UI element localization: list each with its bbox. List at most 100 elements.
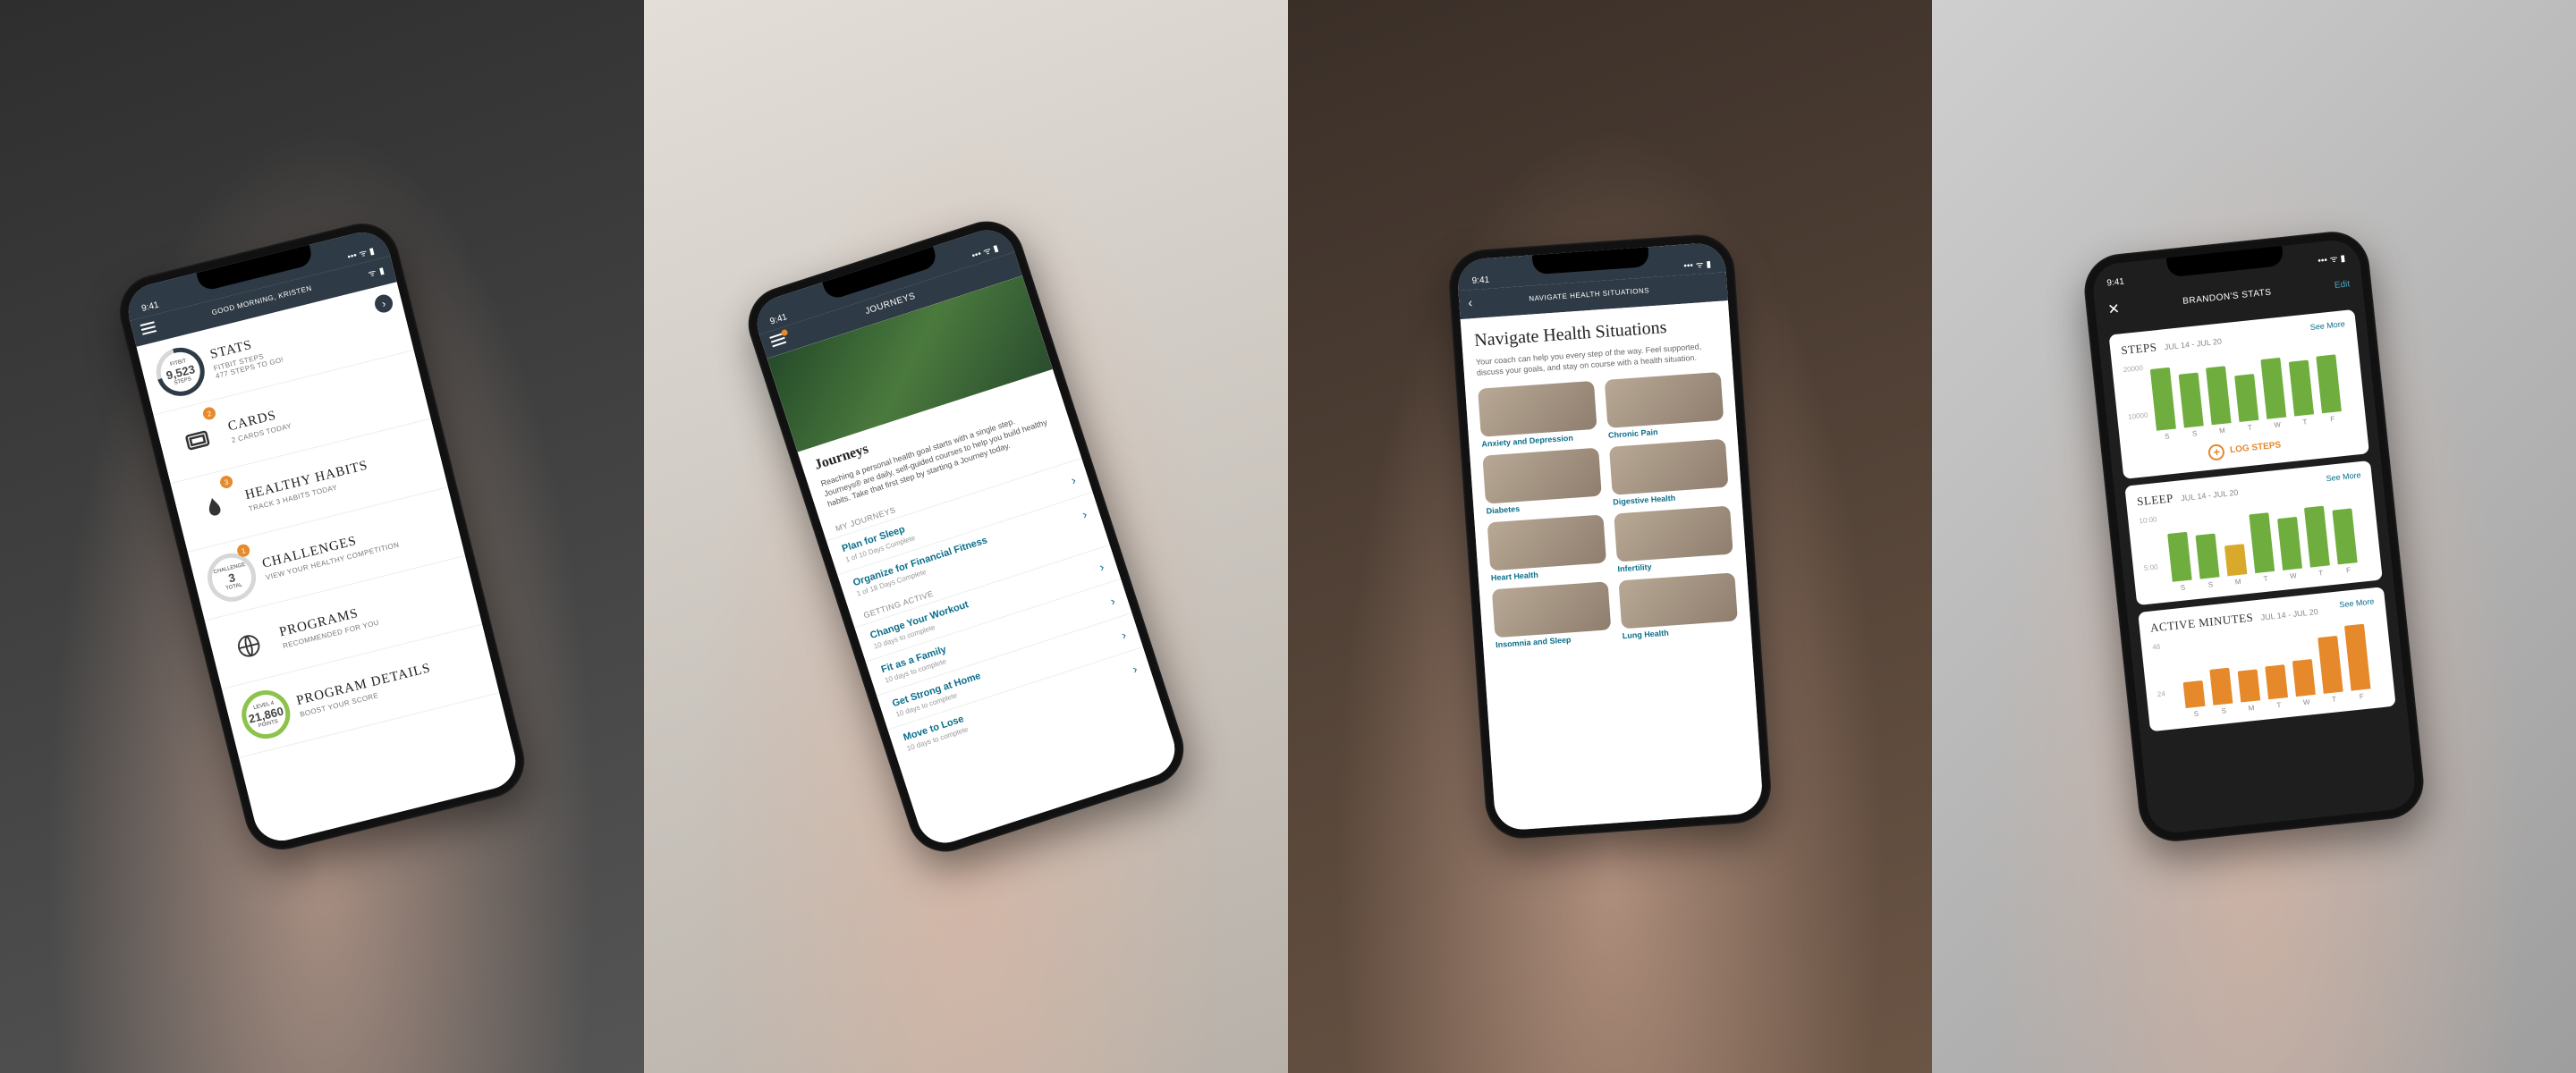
- header-title: NAVIGATE HEALTH SITUATIONS: [1529, 286, 1649, 302]
- tile-image: [1492, 582, 1611, 638]
- bar: [2167, 532, 2191, 581]
- x-label: T: [2324, 694, 2344, 704]
- x-label: S: [2184, 428, 2205, 438]
- bar: [2277, 517, 2302, 570]
- row-icon: [219, 617, 277, 675]
- phone-navigate: 9:41 ••• ᯤ ▮ ‹ NAVIGATE HEALTH SITUATION…: [1446, 232, 1773, 841]
- card-range: JUL 14 - JUL 20: [2181, 487, 2239, 503]
- progress-ring: FITBIT9,523STEPS: [151, 342, 209, 401]
- chevron-icon: ›: [1131, 661, 1139, 676]
- bar: [2316, 354, 2342, 413]
- x-label: S: [2173, 582, 2193, 592]
- x-label: T: [2268, 700, 2289, 710]
- header-title: BRANDON'S STATS: [2182, 288, 2272, 307]
- x-label: S: [2186, 708, 2207, 718]
- tile-image: [1478, 381, 1597, 437]
- x-label: S: [2157, 431, 2177, 441]
- phone-dashboard: 9:41 ••• ᯤ ▮ GOOD MORNING, KRISTEN ᯤ ▮ F…: [112, 215, 532, 858]
- status-icons: ••• ᯤ ▮: [1683, 257, 1712, 271]
- menu-icon[interactable]: [769, 333, 786, 347]
- plus-icon: +: [2207, 444, 2225, 461]
- x-label: T: [2310, 568, 2331, 578]
- chevron-icon[interactable]: ›: [373, 292, 394, 314]
- x-label: S: [2214, 705, 2234, 715]
- x-label: F: [2322, 414, 2343, 424]
- x-label: T: [2256, 573, 2276, 583]
- tile-image: [1482, 448, 1601, 504]
- health-tile[interactable]: Chronic Pain: [1605, 372, 1724, 440]
- x-label: W: [2296, 697, 2317, 706]
- chevron-icon: ›: [1097, 559, 1106, 574]
- back-icon[interactable]: ‹: [1468, 295, 1473, 309]
- status-time: 9:41: [1471, 275, 1489, 286]
- progress-ring: LEVEL 421,860POINTS: [237, 685, 295, 743]
- status-right: ᯤ ▮: [367, 263, 386, 279]
- stat-card: STEPS JUL 14 - JUL 20 See More 200001000…: [2109, 309, 2369, 479]
- health-tile[interactable]: Infertility: [1614, 506, 1733, 574]
- tile-image: [1487, 515, 1606, 571]
- health-tile[interactable]: Anxiety and Depression: [1478, 381, 1597, 449]
- x-label: M: [2241, 703, 2262, 713]
- bar: [2183, 680, 2206, 708]
- bar: [2209, 668, 2233, 705]
- bar: [2234, 374, 2258, 422]
- card-label: SLEEP: [2136, 491, 2174, 508]
- health-tile[interactable]: Digestive Health: [1609, 439, 1729, 507]
- x-label: T: [2240, 422, 2260, 432]
- x-label: S: [2200, 579, 2221, 589]
- bar: [2249, 512, 2275, 572]
- stat-card: SLEEP JUL 14 - JUL 20 See More 10:005:00…: [2124, 460, 2382, 605]
- status-icons: ••• ᯤ ▮: [2318, 250, 2346, 266]
- health-tile[interactable]: Diabetes: [1482, 448, 1602, 516]
- see-more-link[interactable]: See More: [2339, 596, 2375, 609]
- bar: [2150, 368, 2176, 430]
- phone-stats: 9:41 ••• ᯤ ▮ ✕ BRANDON'S STATS Edit STEP…: [2080, 228, 2427, 845]
- see-more-link[interactable]: See More: [2326, 470, 2361, 483]
- bar: [2206, 366, 2232, 425]
- health-tile[interactable]: Insomnia and Sleep: [1492, 582, 1612, 650]
- x-label: W: [2267, 419, 2288, 429]
- chevron-icon: ›: [1080, 506, 1089, 521]
- bar: [2265, 664, 2288, 699]
- bar: [2179, 373, 2204, 427]
- see-more-link[interactable]: See More: [2309, 319, 2345, 332]
- x-label: T: [2294, 417, 2315, 427]
- row-icon: [185, 479, 243, 537]
- status-time: 9:41: [769, 312, 789, 326]
- bar: [2332, 508, 2357, 564]
- bar: [2238, 669, 2261, 702]
- x-label: F: [2351, 691, 2372, 701]
- menu-icon[interactable]: [140, 321, 157, 335]
- status-time: 9:41: [2106, 276, 2125, 288]
- bar: [2196, 534, 2220, 579]
- bar: [2304, 505, 2330, 567]
- card-range: JUL 14 - JUL 20: [2164, 336, 2222, 351]
- chevron-icon: ›: [1119, 627, 1127, 642]
- chevron-icon: ›: [1108, 593, 1116, 608]
- bar: [2260, 358, 2286, 419]
- card-label: ACTIVE MINUTES: [2149, 610, 2254, 634]
- progress-ring: CHALLENGE3TOTAL: [202, 548, 260, 606]
- phone-journeys: 9:41 ••• ᯤ ▮ JOURNEYS Journeys Reaching …: [739, 212, 1193, 862]
- bar: [2292, 659, 2316, 697]
- x-label: M: [2212, 426, 2233, 435]
- tile-image: [1618, 573, 1737, 629]
- chevron-icon: ›: [1069, 472, 1077, 487]
- card-label: STEPS: [2121, 340, 2157, 357]
- health-tile[interactable]: Heart Health: [1487, 515, 1607, 583]
- x-label: M: [2228, 577, 2249, 587]
- bar: [2224, 544, 2247, 576]
- tile-image: [1605, 372, 1724, 428]
- bar: [2344, 623, 2371, 690]
- x-label: F: [2338, 565, 2359, 575]
- edit-link[interactable]: Edit: [2334, 279, 2350, 291]
- health-tile[interactable]: Lung Health: [1618, 573, 1738, 641]
- bar: [2289, 359, 2314, 416]
- stat-card: ACTIVE MINUTES JUL 14 - JUL 20 See More …: [2138, 587, 2395, 731]
- bar: [2318, 636, 2343, 693]
- row-icon: [168, 411, 226, 469]
- status-time: 9:41: [140, 300, 160, 314]
- card-range: JUL 14 - JUL 20: [2260, 607, 2318, 622]
- close-icon[interactable]: ✕: [2107, 300, 2121, 318]
- x-label: W: [2283, 570, 2303, 580]
